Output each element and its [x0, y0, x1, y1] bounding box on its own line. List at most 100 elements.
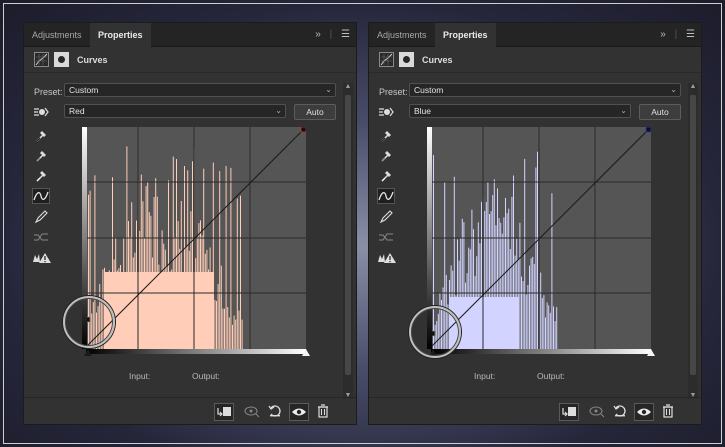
- view-previous-icon[interactable]: [243, 403, 261, 421]
- trash-icon[interactable]: [659, 403, 677, 421]
- panel-scrollbar[interactable]: ▲ ▼: [343, 83, 353, 399]
- visibility-eye-icon[interactable]: [634, 403, 654, 421]
- layer-mask-icon[interactable]: [399, 52, 414, 67]
- panel-header-icons: » | ☰: [315, 29, 350, 40]
- panel-tabbar: Adjustments Properties » | ☰: [24, 23, 356, 48]
- curves-adjustment-icon[interactable]: [379, 52, 394, 67]
- histogram-bar: [227, 307, 229, 349]
- trash-icon[interactable]: [314, 403, 332, 421]
- histogram-fill: [104, 272, 214, 349]
- white-point-slider[interactable]: [647, 349, 655, 356]
- histogram-bar: [217, 284, 219, 349]
- chevron-down-icon: ⌄: [275, 106, 282, 115]
- histogram-bar: [214, 299, 216, 349]
- panel-scrollbar[interactable]: ▲ ▼: [688, 83, 698, 399]
- clip-to-layer-icon[interactable]: [214, 403, 234, 421]
- curve-points-icon[interactable]: [377, 188, 395, 204]
- histogram-bar: [540, 272, 542, 349]
- gray-point-eyedropper-icon[interactable]: [377, 147, 395, 163]
- input-label: Input:: [474, 371, 496, 381]
- preset-select[interactable]: Custom ⌄: [64, 83, 336, 97]
- smooth-icon[interactable]: [32, 229, 50, 245]
- histogram-bar: [545, 317, 546, 349]
- white-point-slider[interactable]: [302, 349, 310, 356]
- preset-label: Preset:: [379, 87, 408, 97]
- smooth-icon[interactable]: [377, 229, 395, 245]
- histogram-bar: [225, 166, 227, 349]
- view-previous-icon[interactable]: [588, 403, 606, 421]
- curve-point-highlight[interactable]: [645, 127, 651, 133]
- scroll-thumb[interactable]: [690, 95, 696, 375]
- histogram-bar: [233, 315, 235, 349]
- histogram-bar: [543, 295, 545, 349]
- black-point-slider[interactable]: [84, 349, 92, 356]
- output-label: Output:: [192, 371, 220, 381]
- histogram-bar: [232, 324, 233, 349]
- histogram-bar: [549, 312, 551, 349]
- histogram-bar: [521, 276, 522, 349]
- white-point-eyedropper-icon[interactable]: [377, 167, 395, 183]
- histogram-bar: [554, 321, 556, 349]
- black-point-eyedropper-icon[interactable]: [377, 127, 395, 143]
- tab-properties[interactable]: Properties: [435, 23, 496, 48]
- panel-header-icons: » | ☰: [660, 29, 695, 40]
- pencil-icon[interactable]: [32, 209, 50, 225]
- panel-title-row: Curves: [369, 47, 701, 73]
- histogram-bar: [553, 306, 554, 349]
- pencil-icon[interactable]: [377, 209, 395, 225]
- panel-tabbar: Adjustments Properties » | ☰: [369, 23, 701, 48]
- clipping-warning-icon[interactable]: [377, 250, 396, 266]
- histogram-bar: [228, 317, 230, 349]
- histogram-bar: [546, 302, 548, 349]
- auto-button[interactable]: Auto: [639, 104, 681, 120]
- panel-bottom-bar: [369, 397, 701, 426]
- histogram-bar: [537, 151, 538, 349]
- clipping-warning-icon[interactable]: [32, 250, 51, 266]
- curves-adjustment-icon[interactable]: [34, 52, 49, 67]
- histogram-bar: [525, 294, 527, 349]
- hamburger-icon[interactable]: ☰: [686, 29, 695, 40]
- clip-to-layer-icon[interactable]: [559, 403, 579, 421]
- histogram-bar: [219, 171, 221, 349]
- channel-select[interactable]: Red ⌄: [64, 104, 286, 118]
- histogram-bar: [532, 256, 534, 349]
- on-image-adjust-icon[interactable]: [377, 104, 395, 120]
- histogram-bar: [236, 198, 238, 349]
- scroll-thumb[interactable]: [345, 95, 351, 375]
- input-gradient-bar: [431, 349, 651, 354]
- curve-point-highlight[interactable]: [300, 127, 306, 133]
- tab-adjustments[interactable]: Adjustments: [24, 23, 90, 47]
- double-chevron-right-icon[interactable]: »: [315, 29, 321, 40]
- chevron-down-icon: ⌄: [325, 85, 332, 94]
- gray-point-eyedropper-icon[interactable]: [32, 147, 50, 163]
- histogram-bar: [222, 308, 224, 349]
- curve-points-icon[interactable]: [32, 188, 50, 204]
- tab-properties[interactable]: Properties: [90, 23, 151, 48]
- input-gradient-bar: [86, 349, 306, 354]
- histogram-bar: [220, 265, 222, 349]
- auto-button[interactable]: Auto: [294, 104, 336, 120]
- histogram-bar: [535, 167, 537, 349]
- hamburger-icon[interactable]: ☰: [341, 29, 350, 40]
- channel-select[interactable]: Blue ⌄: [409, 104, 631, 118]
- magnifier-circle: [409, 306, 461, 358]
- curves-graph[interactable]: [427, 127, 651, 349]
- preset-select[interactable]: Custom ⌄: [409, 83, 681, 97]
- scroll-up-icon[interactable]: ▲: [343, 83, 353, 90]
- histogram-bar: [216, 301, 217, 349]
- reset-icon[interactable]: [266, 403, 284, 421]
- white-point-eyedropper-icon[interactable]: [32, 167, 50, 183]
- double-chevron-right-icon[interactable]: »: [660, 29, 666, 40]
- histogram-bar: [522, 281, 524, 349]
- visibility-eye-icon[interactable]: [289, 403, 309, 421]
- reset-icon[interactable]: [611, 403, 629, 421]
- black-point-eyedropper-icon[interactable]: [32, 127, 50, 143]
- tab-adjustments[interactable]: Adjustments: [369, 23, 435, 47]
- histogram-bar: [527, 285, 529, 349]
- histogram-bar: [529, 265, 530, 349]
- preset-label: Preset:: [34, 87, 63, 97]
- layer-mask-icon[interactable]: [54, 52, 69, 67]
- curves-graph[interactable]: [82, 127, 306, 349]
- scroll-up-icon[interactable]: ▲: [688, 83, 698, 90]
- on-image-adjust-icon[interactable]: [32, 104, 50, 120]
